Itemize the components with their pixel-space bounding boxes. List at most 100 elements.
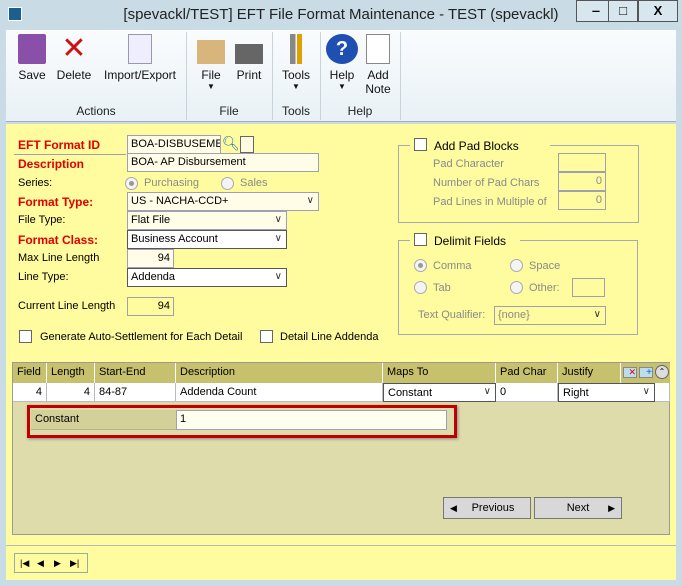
cell-description[interactable]: Addenda Count (176, 383, 383, 402)
format-class-value: Business Account (131, 233, 218, 245)
tab-label: Tab (433, 282, 451, 294)
collapse-icon[interactable]: ⌃ (655, 365, 669, 379)
next-button[interactable]: Next ▶ (534, 497, 622, 519)
add-note-button[interactable]: Add Note (362, 34, 394, 96)
current-line-length-value: 94 (127, 297, 174, 316)
column-header-pad-char[interactable]: Pad Char (496, 363, 558, 383)
help-label: Help (329, 68, 355, 82)
max-line-length-input[interactable]: 94 (127, 249, 174, 268)
new-document-icon[interactable] (240, 136, 254, 153)
series-purchasing-label: Purchasing (144, 177, 200, 189)
text-qualifier-label: Text Qualifier: (418, 309, 486, 321)
delete-icon: ✕ (61, 32, 87, 65)
divider (400, 32, 401, 120)
column-header-maps-to[interactable]: Maps To (383, 363, 496, 383)
format-class-select[interactable]: Business Account (127, 230, 287, 249)
printer-icon (235, 44, 263, 64)
format-type-select[interactable]: US - NACHA-CCD+ (127, 192, 319, 211)
file-type-label: File Type: (18, 214, 66, 226)
last-record-icon[interactable]: ▶| (70, 554, 79, 572)
next-label: Next (566, 502, 590, 514)
maximize-button[interactable]: □ (608, 0, 638, 22)
column-header-length[interactable]: Length (47, 363, 95, 383)
tab-radio[interactable] (414, 281, 427, 294)
add-pad-blocks-checkbox[interactable] (414, 138, 427, 151)
group-actions: Actions (76, 104, 116, 118)
save-label: Save (18, 68, 46, 82)
auto-settlement-label: Generate Auto-Settlement for Each Detail (40, 331, 243, 343)
cell-length[interactable]: 4 (47, 383, 95, 402)
help-menu-button[interactable]: ? Help ▼ (326, 34, 358, 91)
file-type-select[interactable]: Flat File (127, 211, 287, 230)
first-record-icon[interactable]: |◀ (20, 554, 29, 572)
insert-row-icon[interactable]: + (639, 367, 653, 378)
justify-value: Right (563, 387, 589, 399)
column-header-justify[interactable]: Justify (558, 363, 621, 383)
num-pad-chars-input[interactable]: 0 (558, 172, 606, 191)
column-header-field[interactable]: Field (13, 363, 47, 383)
save-icon (18, 34, 46, 64)
constant-input[interactable]: 1 (176, 410, 447, 430)
file-menu-button[interactable]: File ▼ (194, 34, 228, 91)
close-button[interactable]: X (638, 0, 678, 22)
space-label: Space (529, 260, 561, 272)
maps-to-value: Constant (388, 387, 433, 399)
group-file: File (219, 104, 239, 118)
folder-icon (197, 40, 225, 64)
auto-settlement-checkbox[interactable] (19, 330, 32, 343)
space-radio[interactable] (510, 259, 523, 272)
comma-label: Comma (433, 260, 472, 272)
print-button[interactable]: Print (232, 34, 266, 82)
series-sales-radio[interactable] (221, 177, 234, 190)
cell-field[interactable]: 4 (13, 383, 47, 402)
previous-record-icon[interactable]: ◀ (37, 554, 44, 572)
cell-start-end[interactable]: 84-87 (95, 383, 176, 402)
save-button[interactable]: Save (14, 34, 50, 82)
add-pad-blocks-label: Add Pad Blocks (434, 139, 519, 153)
column-header-start-end[interactable]: Start-End (95, 363, 176, 383)
tools-label: Tools (281, 68, 310, 82)
delete-row-icon[interactable]: ✕ (623, 367, 637, 378)
next-record-icon[interactable]: ▶ (54, 554, 61, 572)
column-header-description[interactable]: Description (176, 363, 383, 383)
import-export-button[interactable]: Import/Export (100, 34, 180, 82)
series-purchasing-radio[interactable] (125, 177, 138, 190)
text-qualifier-select[interactable]: {none} (494, 306, 606, 325)
other-radio[interactable] (510, 281, 523, 294)
line-type-select[interactable]: Addenda (127, 268, 287, 287)
format-type-value: US - NACHA-CCD+ (131, 195, 229, 207)
help-icon: ? (326, 34, 358, 64)
ribbon-toolbar: Save ✕ Delete Import/Export Actions File ▼… (6, 30, 676, 122)
delimit-fields-checkbox[interactable] (414, 233, 427, 246)
pad-character-label: Pad Character (433, 158, 504, 170)
other-input[interactable] (572, 278, 605, 297)
eft-format-id-input[interactable]: BOA-DISBUSEME (127, 135, 221, 154)
tools-menu-button[interactable]: Tools ▼ (278, 34, 314, 91)
num-pad-chars-label: Number of Pad Chars (433, 177, 540, 189)
previous-button[interactable]: ◀ Previous (443, 497, 531, 519)
tools-icon (290, 34, 302, 64)
file-label: File (201, 68, 221, 82)
right-arrow-icon: ▶ (608, 503, 615, 513)
pad-character-input[interactable] (558, 153, 606, 172)
import-export-label: Import/Export (103, 68, 177, 82)
comma-radio[interactable] (414, 259, 427, 272)
text-qualifier-value: {none} (498, 309, 530, 321)
detail-line-addenda-checkbox[interactable] (260, 330, 273, 343)
constant-label: Constant (31, 410, 177, 430)
fields-grid: Field Length Start-End Description Maps … (12, 362, 670, 535)
cell-justify-select[interactable]: Right (558, 383, 655, 402)
other-label: Other: (529, 282, 560, 294)
description-input[interactable]: BOA- AP Disbursement (127, 153, 319, 172)
pad-lines-input[interactable]: 0 (558, 191, 606, 210)
previous-label: Previous (471, 502, 515, 514)
lookup-icon[interactable]: 🔍︎ (222, 135, 240, 153)
cell-maps-to-select[interactable]: Constant (383, 383, 496, 402)
print-label: Print (236, 68, 262, 82)
description-label: Description (18, 157, 85, 171)
series-sales-label: Sales (240, 177, 268, 189)
line-type-value: Addenda (131, 271, 176, 283)
cell-pad-char[interactable]: 0 (496, 383, 558, 402)
delete-button[interactable]: ✕ Delete (54, 32, 94, 83)
file-type-value: Flat File (131, 214, 171, 226)
